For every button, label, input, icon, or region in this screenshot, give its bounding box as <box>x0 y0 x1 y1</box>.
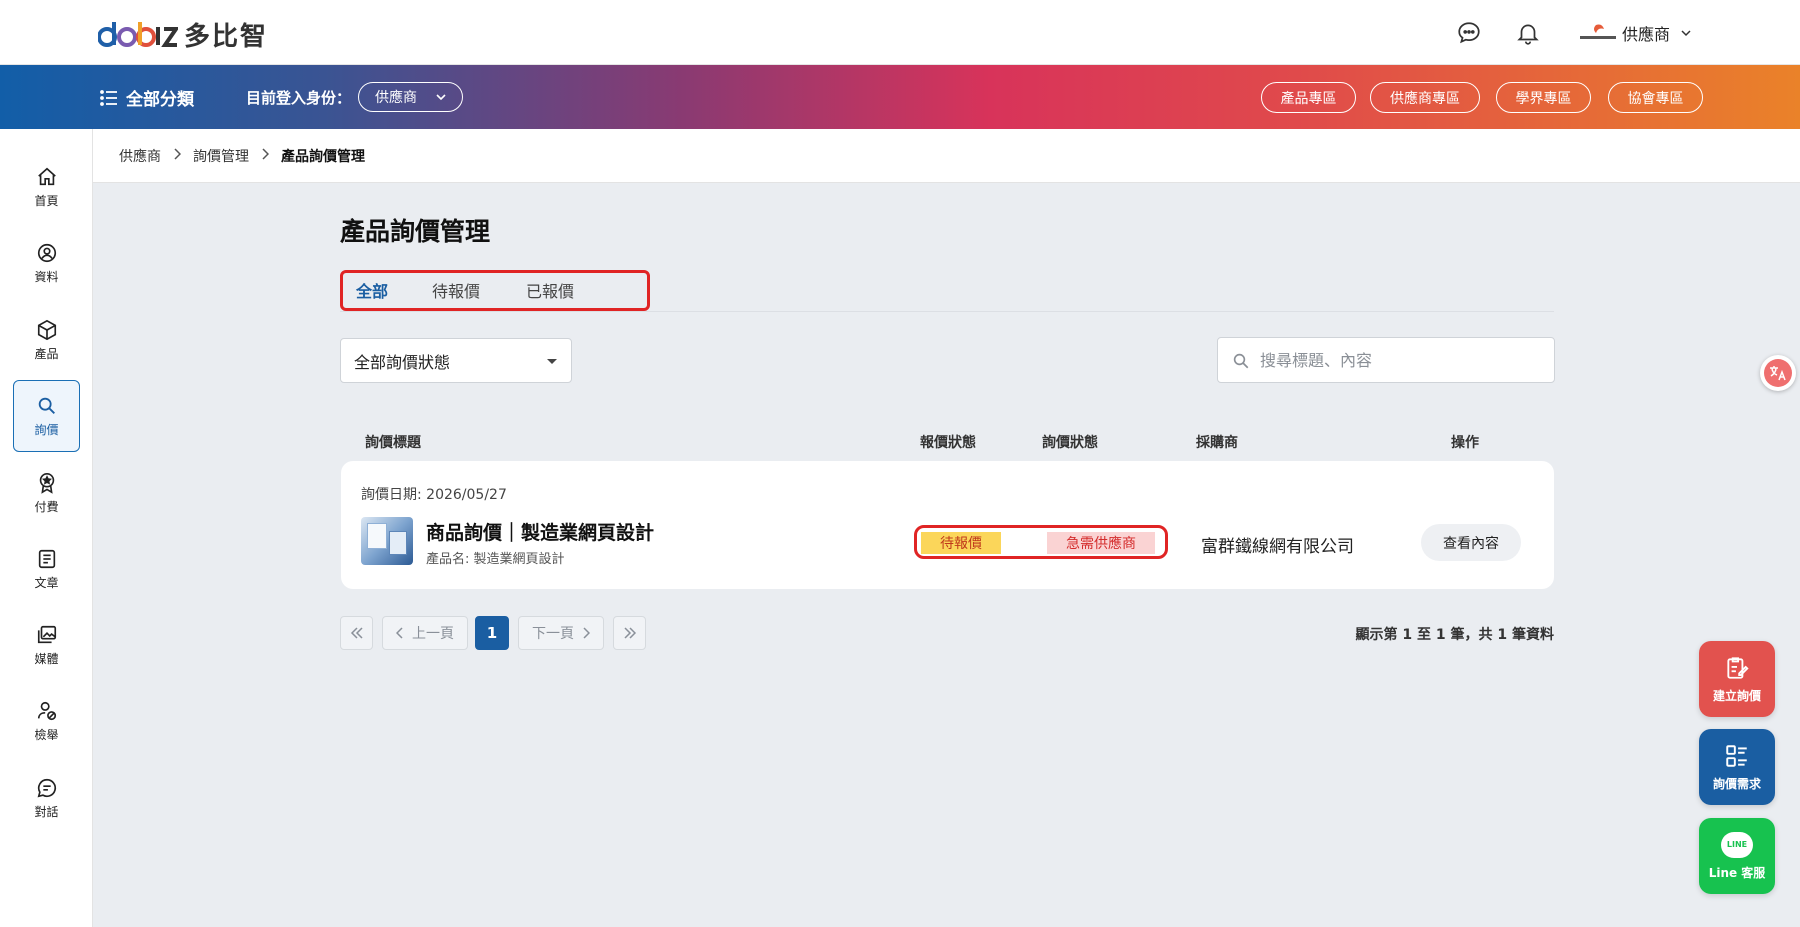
company-logo <box>1578 23 1618 43</box>
next-page-label: 下一頁 <box>532 626 574 642</box>
sidebar-item-payment[interactable]: 付費 <box>13 457 80 529</box>
inquiry-title[interactable]: 商品詢價｜製造業網頁設計 <box>426 518 654 545</box>
all-categories-label: 全部分類 <box>126 90 194 110</box>
media-icon <box>37 625 56 643</box>
list-menu-icon <box>100 89 117 106</box>
search-icon <box>1233 353 1249 369</box>
main-navbar: 全部分類 目前登入身份： 供應商 產品專區 供應商專區 學界專區 協會專區 <box>0 65 1800 129</box>
translate-icon <box>1764 359 1792 387</box>
next-page-button[interactable]: 下一頁 <box>518 616 604 650</box>
double-chevron-left-icon <box>350 627 363 639</box>
box-icon <box>37 319 56 340</box>
inquiry-needs-label: 詢價需求 <box>1712 776 1761 791</box>
sidebar-item-report[interactable]: 檢舉 <box>13 685 80 757</box>
breadcrumb: 供應商 詢價管理 產品詢價管理 <box>93 129 1800 183</box>
page-number-button[interactable]: 1 <box>475 616 509 650</box>
chat-icon <box>37 778 56 797</box>
home-icon <box>37 167 56 185</box>
breadcrumb-item-current: 產品詢價管理 <box>281 148 365 165</box>
last-page-button[interactable] <box>613 616 646 650</box>
sidebar-item-products[interactable]: 產品 <box>13 304 80 376</box>
highlight-box-tabs <box>340 270 650 311</box>
sidebar-item-label: 產品 <box>34 346 59 361</box>
sidebar-item-label: 檢舉 <box>34 727 59 742</box>
zone-button-products[interactable]: 產品專區 <box>1261 82 1356 113</box>
search-input[interactable] <box>1260 346 1540 374</box>
line-icon: LINE <box>1721 831 1753 858</box>
sidebar-item-label: 詢價 <box>34 422 59 437</box>
product-thumbnail <box>361 517 413 565</box>
brand-logo[interactable]: 多比智 <box>98 14 268 54</box>
search-box <box>1217 337 1555 383</box>
list-grid-icon <box>1726 744 1747 767</box>
buyer-name: 富群鐵線網有限公司 <box>1201 537 1354 557</box>
user-name: 供應商 <box>1622 25 1671 44</box>
breadcrumb-item-supplier[interactable]: 供應商 <box>119 146 161 166</box>
inquiry-needs-button[interactable]: 詢價需求 <box>1699 729 1775 805</box>
breadcrumb-item-inquiry-management[interactable]: 詢價管理 <box>193 146 249 166</box>
chevron-right-icon <box>173 147 182 164</box>
sidebar-item-label: 對話 <box>34 804 59 819</box>
line-service-label: Line 客服 <box>1708 865 1766 880</box>
column-header-actions: 操作 <box>1451 435 1479 451</box>
column-header-title: 詢價標題 <box>365 435 421 451</box>
sidebar: 首頁 資料 產品 詢價 付費 文章 媒體 檢舉 對話 <box>0 129 93 927</box>
pagination-info: 顯示第 1 至 1 筆，共 1 筆資料 <box>1355 627 1554 643</box>
role-label: 目前登入身份： <box>246 89 352 107</box>
chevron-right-icon <box>261 147 270 164</box>
double-chevron-right-icon <box>623 627 636 639</box>
sidebar-item-media[interactable]: 媒體 <box>13 609 80 681</box>
dobiz-logo-mark <box>98 19 178 49</box>
inquiry-status-select[interactable]: 全部詢價狀態 <box>340 338 572 383</box>
bell-icon[interactable] <box>1515 20 1541 46</box>
sidebar-item-label: 媒體 <box>34 651 59 666</box>
top-header: 多比智 供應商 <box>0 0 1800 65</box>
role-select[interactable]: 供應商 <box>358 82 463 112</box>
user-circle-icon <box>37 243 56 262</box>
sidebar-item-label: 付費 <box>34 499 59 514</box>
zone-button-academia[interactable]: 學界專區 <box>1496 82 1591 113</box>
product-name: 產品名: 製造業網頁設計 <box>426 552 565 567</box>
prev-page-button[interactable]: 上一頁 <box>382 616 468 650</box>
sidebar-item-home[interactable]: 首頁 <box>13 151 80 223</box>
page-title: 產品詢價管理 <box>340 217 491 246</box>
user-menu[interactable]: 供應商 <box>1578 20 1692 46</box>
sidebar-item-label: 文章 <box>34 575 59 590</box>
prev-page-label: 上一頁 <box>412 626 454 642</box>
create-inquiry-label: 建立詢價 <box>1712 688 1761 703</box>
line-service-button[interactable]: LINE Line 客服 <box>1699 818 1775 894</box>
search-icon <box>38 397 55 414</box>
column-header-buyer: 採購商 <box>1196 435 1238 451</box>
chevron-down-icon <box>436 94 446 101</box>
zone-button-associations[interactable]: 協會專區 <box>1608 82 1703 113</box>
translate-button[interactable] <box>1760 355 1796 391</box>
create-inquiry-button[interactable]: 建立詢價 <box>1699 641 1775 717</box>
filter-value: 全部詢價狀態 <box>354 352 451 372</box>
chevron-down-icon <box>1681 30 1691 37</box>
zone-button-suppliers[interactable]: 供應商專區 <box>1370 82 1480 113</box>
document-icon <box>38 549 55 568</box>
brand-text: 多比智 <box>184 21 269 52</box>
view-details-button[interactable]: 查看內容 <box>1421 524 1521 561</box>
sidebar-item-profile[interactable]: 資料 <box>13 227 80 299</box>
inquiry-date: 詢價日期: 2026/05/27 <box>361 487 507 503</box>
highlight-box-status <box>914 525 1168 559</box>
report-user-icon <box>37 701 56 720</box>
first-page-button[interactable] <box>340 616 373 650</box>
sidebar-item-chat[interactable]: 對話 <box>13 762 80 834</box>
badge-icon <box>39 472 54 494</box>
chevron-right-icon <box>583 627 590 639</box>
chat-bubble-icon[interactable] <box>1456 20 1482 46</box>
sidebar-item-label: 首頁 <box>34 193 59 208</box>
sidebar-item-inquiry[interactable]: 詢價 <box>13 380 80 452</box>
column-header-quote-status: 報價狀態 <box>920 435 976 451</box>
clipboard-edit-icon <box>1727 656 1749 679</box>
sidebar-item-label: 資料 <box>34 269 59 284</box>
caret-down-icon <box>547 359 557 364</box>
chevron-left-icon <box>396 627 403 639</box>
all-categories-button[interactable]: 全部分類 <box>100 85 194 110</box>
role-value: 供應商 <box>375 90 417 106</box>
column-header-inquiry-status: 詢價狀態 <box>1042 435 1098 451</box>
sidebar-item-articles[interactable]: 文章 <box>13 533 80 605</box>
